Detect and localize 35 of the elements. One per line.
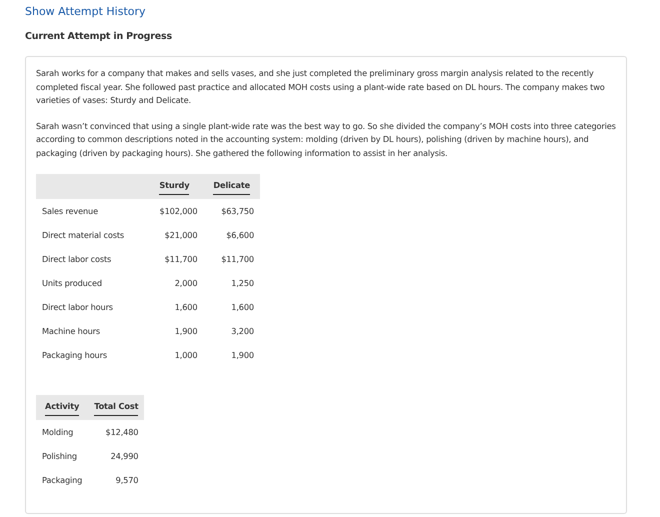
row-label: Sales revenue xyxy=(42,206,98,216)
table-cell: $11,700 xyxy=(164,254,198,264)
row-label: Direct labor costs xyxy=(42,254,112,264)
problem-text: Sarah wasn’t convinced that using a single plant-wide rate was the best way to go. So she divided the company’s MOH costs into three categories according to common descriptions noted in the accounting system: molding (driven by DL hours), polishing (driven by machine hours), and packaging (driven by packaging hours). She gathered the following information to assist in her analysis. xyxy=(36,120,616,160)
column-header: Delicate xyxy=(213,180,250,195)
row-label: Polishing xyxy=(42,451,77,461)
table-cell: 2,000 xyxy=(174,278,198,288)
table-cell: $63,750 xyxy=(221,206,254,216)
table-cell: 9,570 xyxy=(116,475,138,485)
row-label: Packaging xyxy=(42,475,82,485)
table-cell: 24,990 xyxy=(110,451,138,461)
row-label: Units produced xyxy=(42,278,102,288)
table-cell: $6,600 xyxy=(226,230,254,240)
column-header: Total Cost xyxy=(94,401,138,416)
row-label: Machine hours xyxy=(42,326,100,336)
table-cell: 1,600 xyxy=(174,302,198,312)
row-label: Molding xyxy=(42,427,74,437)
section-heading: Current Attempt in Progress xyxy=(25,31,173,42)
table-cell: $21,000 xyxy=(164,230,198,240)
table-cell: 1,900 xyxy=(231,350,254,360)
table-cell: 3,200 xyxy=(231,326,254,336)
table-cell: 1,250 xyxy=(231,278,254,288)
column-header: Activity xyxy=(45,401,80,416)
table-cell: $12,480 xyxy=(106,427,138,437)
table-cell: $11,700 xyxy=(221,254,254,264)
row-label: Packaging hours xyxy=(42,350,107,360)
table-cell: 1,900 xyxy=(174,326,198,336)
problem-text: Sarah works for a company that makes and sells vases, and she just completed the preliminary gross margin analysis related to the recently completed fiscal year. She followed past practice and allocated MOH costs using a plant-wide rate based on DL hours. The company makes two varieties of vases: Sturdy and Delicate. xyxy=(36,67,606,107)
table-cell: $102,000 xyxy=(160,206,198,216)
table-cell: 1,600 xyxy=(231,302,254,312)
show-attempt-history-link[interactable]: Show Attempt History xyxy=(25,6,146,18)
row-label: Direct labor hours xyxy=(42,302,113,312)
row-label: Direct material costs xyxy=(42,230,124,240)
table-cell: 1,000 xyxy=(174,350,198,360)
column-header: Sturdy xyxy=(159,180,190,195)
